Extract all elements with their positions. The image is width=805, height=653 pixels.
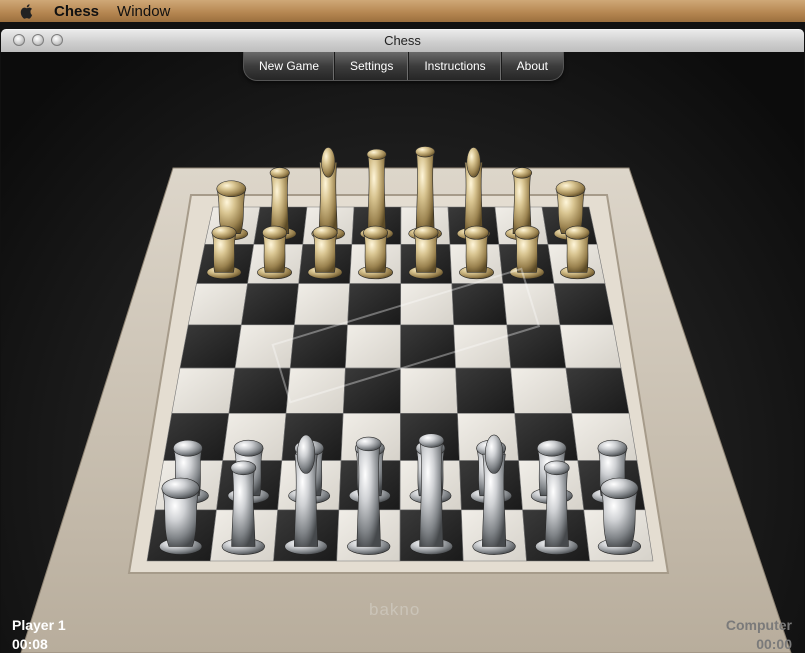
board-square[interactable] bbox=[510, 367, 573, 414]
about-button[interactable]: About bbox=[502, 52, 563, 80]
board-square[interactable] bbox=[285, 367, 346, 414]
game-area: New Game Settings Instructions About bak… bbox=[1, 52, 804, 653]
board-square[interactable] bbox=[171, 367, 236, 414]
apple-icon[interactable] bbox=[20, 3, 34, 19]
computer-timer: 00:00 bbox=[756, 636, 792, 652]
player-timer: 00:08 bbox=[12, 636, 48, 652]
board-square[interactable] bbox=[234, 324, 295, 369]
new-game-button[interactable]: New Game bbox=[244, 52, 335, 80]
silver-rook-piece[interactable] bbox=[597, 477, 642, 555]
menu-bar: Chess Window bbox=[0, 0, 805, 22]
player-name: Player 1 bbox=[12, 617, 66, 633]
brand-logo: bakno bbox=[369, 600, 421, 619]
instructions-button[interactable]: Instructions bbox=[409, 52, 502, 80]
board-square[interactable] bbox=[451, 283, 508, 326]
board-square[interactable] bbox=[187, 283, 248, 326]
window-titlebar[interactable]: Chess bbox=[1, 29, 804, 53]
menu-app-name[interactable]: Chess bbox=[54, 3, 99, 20]
board-square[interactable] bbox=[240, 283, 299, 326]
board-square[interactable] bbox=[179, 324, 242, 369]
silver-rook-piece[interactable] bbox=[159, 477, 203, 555]
board-square[interactable] bbox=[400, 367, 458, 414]
window-title: Chess bbox=[384, 33, 421, 48]
board-square[interactable] bbox=[342, 367, 401, 414]
settings-button[interactable]: Settings bbox=[335, 52, 410, 80]
toolbar: New Game Settings Instructions About bbox=[243, 52, 564, 81]
chess-scene[interactable] bbox=[1, 52, 804, 653]
board-square[interactable] bbox=[453, 324, 512, 369]
board-square[interactable] bbox=[455, 367, 516, 414]
board-square[interactable] bbox=[400, 324, 456, 369]
board-square[interactable] bbox=[294, 283, 351, 326]
board-square[interactable] bbox=[565, 367, 630, 414]
computer-name: Computer bbox=[725, 617, 792, 633]
menu-window[interactable]: Window bbox=[117, 3, 170, 20]
board-square[interactable] bbox=[506, 324, 567, 369]
board-square[interactable] bbox=[345, 324, 401, 369]
board-square[interactable] bbox=[559, 324, 622, 369]
board-square[interactable] bbox=[553, 283, 614, 326]
